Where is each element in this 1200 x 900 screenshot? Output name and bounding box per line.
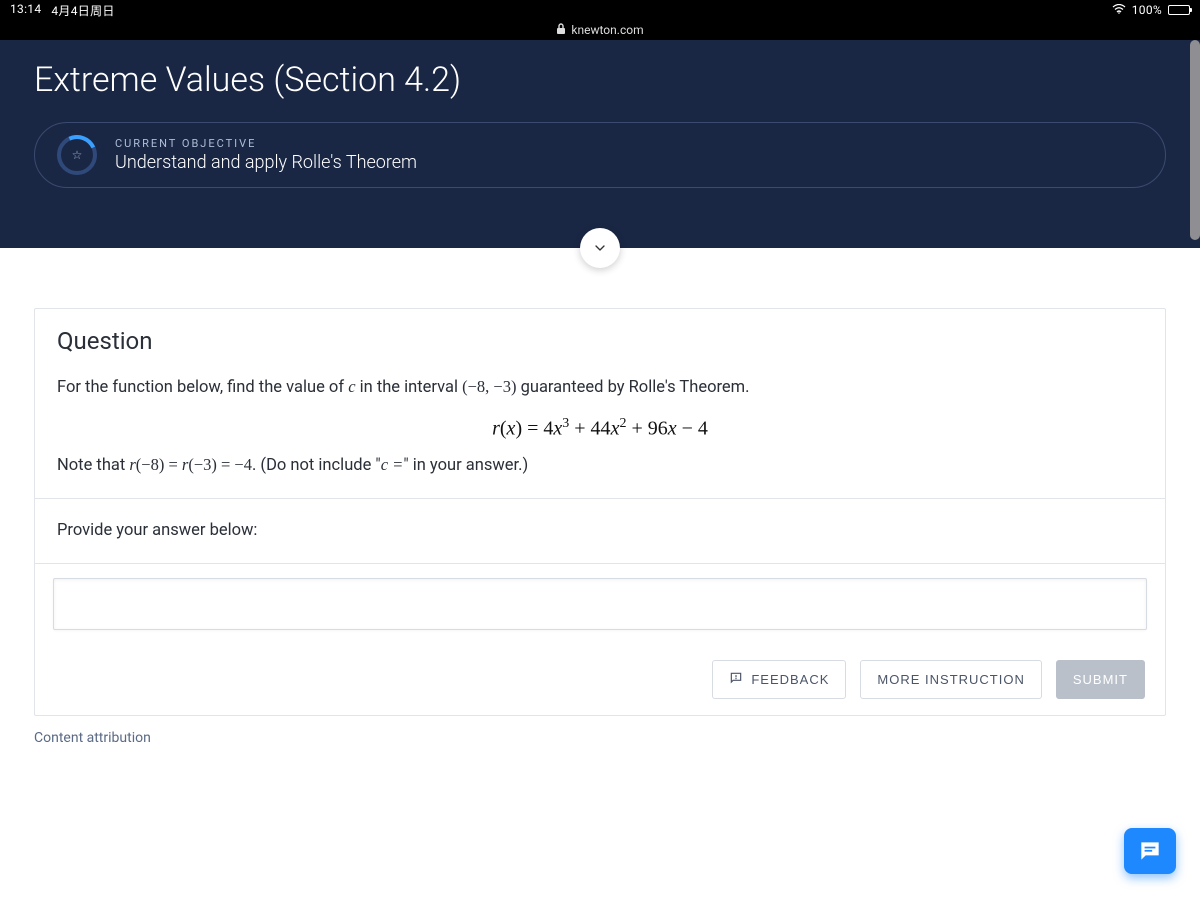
- device-status-bar: 13:14 4月4日周日 100%: [0, 0, 1200, 20]
- progress-ring-icon: ☆: [57, 135, 97, 175]
- note-pre: Note that: [57, 456, 129, 475]
- prompt-mid: in the interval: [356, 378, 463, 397]
- prompt-interval: (−8, −3): [462, 377, 516, 396]
- chat-button[interactable]: [1124, 828, 1176, 874]
- content-attribution-link[interactable]: Content attribution: [34, 730, 1166, 746]
- provide-label: Provide your answer below:: [57, 517, 1143, 545]
- question-note: Note that r(−8) = r(−3) = −4. (Do not in…: [57, 451, 1143, 480]
- prompt-pre: For the function below, find the value o…: [57, 378, 348, 397]
- submit-label: SUBMIT: [1073, 672, 1128, 687]
- more-instruction-label: MORE INSTRUCTION: [877, 672, 1024, 687]
- action-row: FEEDBACK MORE INSTRUCTION SUBMIT: [35, 644, 1165, 715]
- note-var: c =: [381, 455, 404, 474]
- answer-input-section: [35, 564, 1165, 644]
- objective-label: CURRENT OBJECTIVE: [115, 137, 417, 150]
- scroll-indicator[interactable]: [1190, 40, 1200, 240]
- expand-header-button[interactable]: [580, 228, 620, 268]
- lock-icon: [556, 23, 566, 38]
- browser-url-bar[interactable]: knewton.com: [0, 20, 1200, 40]
- course-header: Extreme Values (Section 4.2) ☆ CURRENT O…: [0, 40, 1200, 248]
- alert-icon: [729, 671, 743, 688]
- browser-host: knewton.com: [571, 23, 643, 37]
- note-final: " in your answer.): [403, 456, 528, 475]
- status-date: 4月4日周日: [51, 2, 114, 19]
- question-section: Question For the function below, find th…: [35, 309, 1165, 499]
- wifi-icon: [1112, 3, 1126, 17]
- feedback-label: FEEDBACK: [751, 672, 829, 687]
- question-heading: Question: [57, 327, 1143, 355]
- chevron-down-icon: [592, 240, 608, 256]
- question-card: Question For the function below, find th…: [34, 308, 1166, 716]
- main-content: Question For the function below, find th…: [0, 248, 1200, 766]
- feedback-button[interactable]: FEEDBACK: [712, 660, 846, 699]
- current-objective-pill[interactable]: ☆ CURRENT OBJECTIVE Understand and apply…: [34, 122, 1166, 188]
- page-title: Extreme Values (Section 4.2): [34, 60, 1166, 100]
- answer-input[interactable]: [53, 578, 1147, 630]
- chat-icon: [1137, 838, 1163, 864]
- status-battery-pct: 100%: [1132, 3, 1162, 17]
- provide-answer-section: Provide your answer below:: [35, 499, 1165, 564]
- more-instruction-button[interactable]: MORE INSTRUCTION: [860, 660, 1041, 699]
- submit-button[interactable]: SUBMIT: [1056, 660, 1145, 699]
- prompt-var: c: [348, 377, 355, 396]
- battery-icon: [1168, 5, 1190, 15]
- question-formula: r(x) = 4x3 + 44x2 + 96x − 4: [57, 416, 1143, 441]
- status-time: 13:14: [10, 2, 41, 19]
- note-post: . (Do not include ": [252, 456, 381, 475]
- objective-text: Understand and apply Rolle's Theorem: [115, 152, 417, 173]
- question-prompt: For the function below, find the value o…: [57, 373, 1143, 402]
- prompt-post: guaranteed by Rolle's Theorem.: [516, 378, 749, 397]
